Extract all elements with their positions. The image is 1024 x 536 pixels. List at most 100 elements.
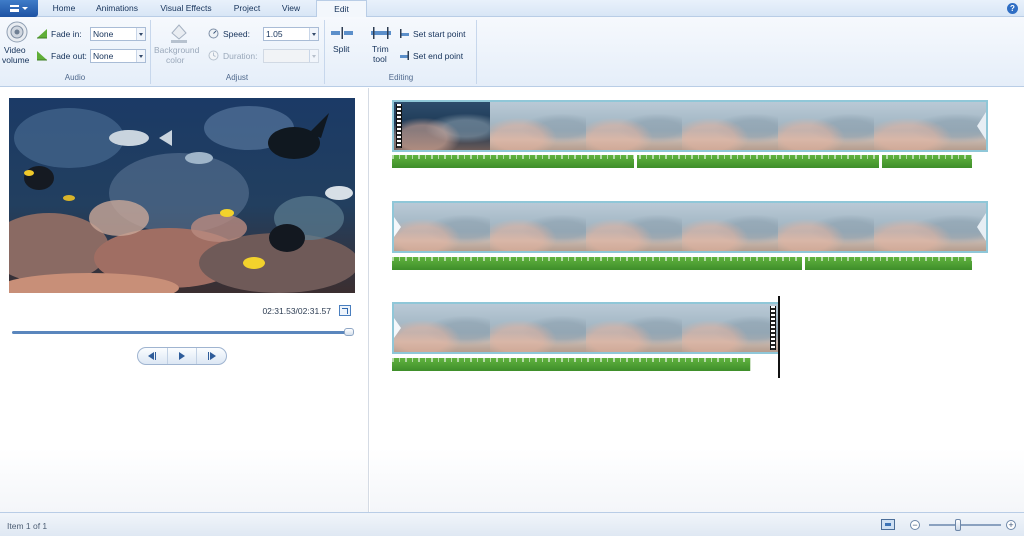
next-frame-button[interactable] (197, 348, 226, 364)
app-menu-icon (10, 5, 19, 12)
clip-continue-marker (977, 112, 986, 140)
video-thumbnail (394, 304, 490, 352)
video-thumbnail (586, 102, 682, 150)
video-thumbnail (586, 203, 682, 251)
paint-bucket-icon (171, 24, 187, 43)
video-thumbnail (490, 304, 586, 352)
set-start-point-button[interactable]: Set start point (399, 27, 473, 41)
chevron-down-icon (309, 50, 318, 62)
video-thumbnail (778, 102, 874, 150)
speed-value: 1.05 (266, 29, 283, 39)
tab-animations[interactable]: Animations (88, 0, 146, 17)
tab-visual-effects[interactable]: Visual Effects (152, 0, 220, 17)
zoom-out-button[interactable]: − (910, 520, 920, 530)
fade-out-value: None (93, 51, 114, 61)
audio-group-label: Audio (64, 73, 86, 82)
duration-dropdown[interactable] (263, 49, 319, 63)
video-volume-label-line1: Video (4, 45, 26, 55)
background-color-button[interactable]: Background color (154, 21, 204, 71)
next-frame-icon (210, 352, 217, 360)
chevron-down-icon (309, 28, 318, 40)
video-volume-button[interactable]: Video volume (2, 21, 32, 71)
trim-tool-button[interactable]: Trim tool (366, 25, 394, 71)
seek-bar[interactable] (12, 328, 354, 336)
tab-home[interactable]: Home (44, 0, 84, 17)
fade-out-dropdown[interactable]: None (90, 49, 146, 63)
split-button[interactable]: Split (328, 25, 356, 61)
clip-row-1[interactable] (392, 100, 988, 152)
editing-group-label: Editing (388, 73, 414, 82)
clock-icon (208, 50, 219, 61)
video-volume-label-line2: volume (2, 55, 30, 65)
clip-row-3[interactable] (392, 302, 778, 354)
video-thumbnail (490, 102, 586, 150)
ribbon-tab-bar: Home Animations Visual Effects Project V… (0, 0, 1024, 18)
clip-continue-marker (977, 213, 986, 241)
zoom-in-button[interactable]: + (1006, 520, 1016, 530)
video-thumbnail (394, 102, 490, 150)
audio-gap (879, 155, 882, 168)
audio-waveform-row-2 (392, 257, 972, 270)
split-icon (331, 27, 353, 39)
video-thumbnail (682, 203, 778, 251)
play-icon (179, 352, 185, 360)
zoom-slider-track[interactable] (929, 524, 1001, 526)
video-thumbnail (490, 203, 586, 251)
trim-label-line1: Trim (372, 44, 389, 54)
fullscreen-icon[interactable] (339, 305, 351, 316)
play-button[interactable] (168, 348, 198, 364)
audio-gap (802, 257, 805, 270)
chevron-down-icon (136, 28, 145, 40)
split-label: Split (333, 44, 350, 54)
help-icon[interactable]: ? (1007, 3, 1018, 14)
fade-in-icon (37, 29, 47, 39)
storyboard-timeline[interactable] (370, 88, 1024, 512)
chevron-down-icon (136, 50, 145, 62)
video-thumbnail (682, 304, 778, 352)
clip-row-2[interactable] (392, 201, 988, 253)
set-end-icon (400, 51, 409, 60)
trim-icon (371, 27, 391, 39)
fade-out-label: Fade out: (51, 51, 87, 61)
zoom-slider-thumb[interactable] (955, 519, 961, 531)
clip-continue-marker (394, 318, 401, 338)
audio-waveform-row-3 (392, 358, 750, 371)
aquarium-video-frame (9, 98, 355, 293)
fade-out-icon (37, 51, 47, 61)
trim-label-line2: tool (373, 54, 387, 64)
chevron-down-icon (22, 7, 28, 10)
clip-continue-marker (394, 217, 401, 237)
previous-frame-button[interactable] (138, 348, 168, 364)
video-thumbnail (394, 203, 490, 251)
playhead[interactable] (778, 296, 780, 378)
video-thumbnail (778, 203, 874, 251)
fade-in-value: None (93, 29, 114, 39)
set-end-point-button[interactable]: Set end point (399, 49, 473, 63)
set-start-icon (400, 29, 409, 38)
previous-frame-icon (147, 352, 154, 360)
audio-gap (634, 155, 637, 168)
video-thumbnail (586, 304, 682, 352)
speed-dropdown[interactable]: 1.05 (263, 27, 319, 41)
status-text: Item 1 of 1 (7, 521, 48, 531)
film-edge (396, 104, 402, 148)
video-preview[interactable] (9, 98, 355, 293)
fade-in-dropdown[interactable]: None (90, 27, 146, 41)
seek-thumb[interactable] (344, 328, 354, 336)
audio-fade-tail (750, 358, 751, 371)
preview-pane: 02:31.53/02:31.57 (0, 88, 369, 512)
film-edge (770, 306, 776, 350)
time-display: 02:31.53/02:31.57 (262, 306, 331, 316)
status-bar: Item 1 of 1 − + (0, 512, 1024, 536)
tab-project[interactable]: Project (226, 0, 268, 17)
video-thumbnail (874, 203, 986, 251)
video-thumbnail (874, 102, 986, 150)
app-menu-button[interactable] (0, 0, 38, 17)
duration-label: Duration: (223, 51, 258, 61)
ribbon-panel: Video volume Fade in: None Fade out: Non… (0, 17, 1024, 87)
tab-view[interactable]: View (274, 0, 308, 17)
background-color-label-line2: color (166, 55, 185, 65)
set-start-point-label: Set start point (413, 29, 466, 39)
tab-edit[interactable]: Edit (316, 0, 367, 18)
monitor-icon[interactable] (881, 519, 895, 530)
